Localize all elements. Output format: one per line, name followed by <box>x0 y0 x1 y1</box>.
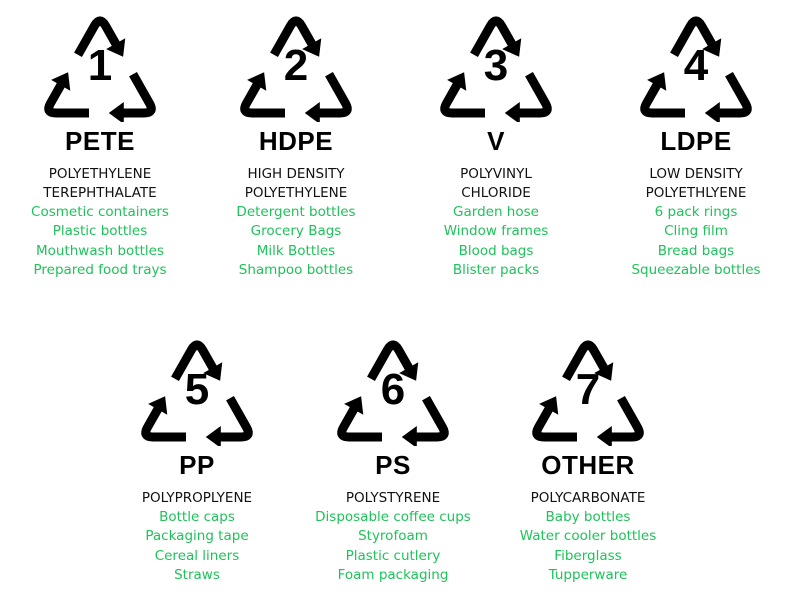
arrow-head-1 <box>596 426 612 446</box>
use-item: Blister packs <box>452 262 540 279</box>
uses-list: Baby bottles Water cooler bottles Fiberg… <box>520 508 657 586</box>
use-item: Foam packaging <box>337 567 449 584</box>
use-item: Plastic cutlery <box>345 547 441 564</box>
use-item: Disposable coffee cups <box>315 509 471 525</box>
use-item: Plastic bottles <box>52 223 148 240</box>
resin-number: 5 <box>184 365 210 414</box>
resin-name: HIGH DENSITY POLYETHYLENE <box>244 166 348 201</box>
resin-name: POLYSTYRENE <box>345 490 441 506</box>
resin-number: 6 <box>380 365 406 414</box>
use-item: Packaging tape <box>145 528 249 545</box>
resin-number: 3 <box>483 41 509 90</box>
resin-name: POLYVINYL CHLORIDE <box>460 166 532 201</box>
resin-card-6: 6 PS POLYSTYRENE Disposable coffee cups … <box>293 334 493 586</box>
uses-list: Cosmetic containers Plastic bottles Mout… <box>31 203 169 281</box>
resin-card-5: 5 PP POLYPROPLYENE Bottle caps Packaging… <box>97 334 297 586</box>
use-item: Straws <box>174 567 220 584</box>
use-item: Tupperware <box>548 567 628 584</box>
arrow-head-1 <box>108 102 124 122</box>
recycling-triangle-icon: 5 <box>135 334 259 446</box>
resin-code: PP <box>179 450 215 480</box>
resin-number: 4 <box>683 41 709 90</box>
use-item: Blood bags <box>458 242 534 259</box>
resin-number: 7 <box>575 365 601 414</box>
use-item: Squeezable bottles <box>631 262 761 279</box>
resin-card-7: 7 OTHER POLYCARBONATE Baby bottles Water… <box>488 334 688 586</box>
resin-card-3: 3 V POLYVINYL CHLORIDE Garden hose Windo… <box>396 10 596 281</box>
use-item: Styrofoam <box>358 528 428 545</box>
resin-name: POLYPROPLYENE <box>141 490 253 506</box>
use-item: Milk Bottles <box>256 242 336 259</box>
recycling-triangle-icon: 1 <box>38 10 162 122</box>
resin-code: PS <box>375 450 411 480</box>
use-item: Baby bottles <box>545 509 631 525</box>
resin-name: POLYCARBONATE <box>530 490 646 506</box>
resin-card-2: 2 HDPE HIGH DENSITY POLYETHYLENE Deterge… <box>196 10 396 281</box>
resin-name: LOW DENSITY POLYETHLYENE <box>645 166 747 201</box>
arrow-head-1 <box>205 426 221 446</box>
uses-list: Disposable coffee cups Styrofoam Plastic… <box>315 508 471 586</box>
resin-card-1: 1 PETE POLYETHYLENE TEREPHTHALATE Cosmet… <box>0 10 200 281</box>
resin-name: POLYETHYLENE TEREPHTHALATE <box>43 166 157 201</box>
resin-card-4: 4 LDPE LOW DENSITY POLYETHLYENE 6 pack r… <box>596 10 796 281</box>
use-item: Grocery Bags <box>250 223 342 240</box>
use-item: Mouthwash bottles <box>35 242 164 259</box>
resin-code: OTHER <box>541 450 635 480</box>
resin-code: V <box>487 126 505 156</box>
use-item: Window frames <box>443 223 549 240</box>
resin-number: 1 <box>87 41 113 90</box>
use-item: Cereal liners <box>154 547 240 564</box>
use-item: Cling film <box>664 223 728 240</box>
recycling-triangle-icon: 6 <box>331 334 455 446</box>
use-item: Prepared food trays <box>33 262 167 279</box>
recycling-triangle-icon: 4 <box>634 10 758 122</box>
use-item: 6 pack rings <box>654 204 738 220</box>
resin-code: PETE <box>65 126 135 156</box>
use-item: Detergent bottles <box>236 204 356 220</box>
use-item: Fiberglass <box>554 547 622 564</box>
resin-number: 2 <box>283 41 309 90</box>
uses-list: 6 pack rings Cling film Bread bags Squee… <box>631 203 760 281</box>
resin-code: HDPE <box>258 126 334 156</box>
recycling-triangle-icon: 7 <box>526 334 650 446</box>
uses-list: Garden hose Window frames Blood bags Bli… <box>444 203 549 281</box>
use-item: Bread bags <box>657 242 735 259</box>
arrow-head-1 <box>304 102 320 122</box>
recycling-triangle-icon: 3 <box>434 10 558 122</box>
arrow-head-1 <box>401 426 417 446</box>
use-item: Garden hose <box>453 204 539 220</box>
recycling-triangle-icon: 2 <box>234 10 358 122</box>
use-item: Cosmetic containers <box>31 204 169 220</box>
arrow-head-1 <box>704 102 720 122</box>
use-item: Bottle caps <box>159 509 235 525</box>
resin-code: LDPE <box>660 126 732 156</box>
use-item: Shampoo bottles <box>238 262 354 279</box>
uses-list: Bottle caps Packaging tape Cereal liners… <box>145 508 248 586</box>
uses-list: Detergent bottles Grocery Bags Milk Bott… <box>236 203 355 281</box>
arrow-head-1 <box>504 102 520 122</box>
use-item: Water cooler bottles <box>519 528 657 545</box>
